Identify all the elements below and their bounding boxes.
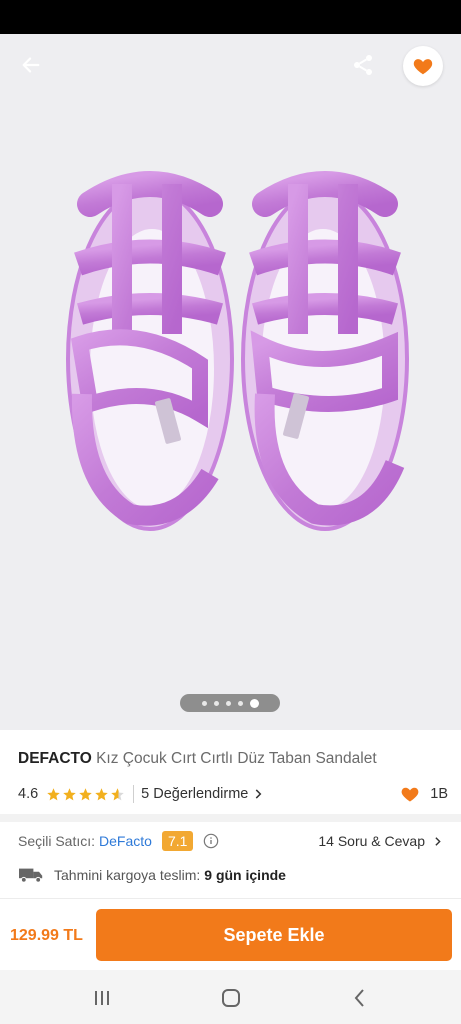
chevron-right-icon bbox=[435, 836, 441, 846]
seller-row: Seçili Satıcı: DeFacto 7.1 14 Soru & Cev… bbox=[18, 830, 444, 852]
star-icon bbox=[79, 787, 92, 800]
product-image-gallery[interactable] bbox=[0, 34, 461, 730]
recent-apps-icon bbox=[95, 991, 109, 1005]
seller-name-link[interactable]: DeFacto bbox=[99, 833, 152, 849]
star-half-icon bbox=[111, 787, 124, 800]
star-icon bbox=[95, 787, 108, 800]
qa-link[interactable]: 14 Soru & Cevap bbox=[318, 833, 444, 849]
seller-label: Seçili Satıcı: bbox=[18, 833, 96, 849]
share-button[interactable] bbox=[346, 48, 380, 82]
info-icon[interactable] bbox=[203, 833, 219, 849]
heart-icon bbox=[413, 59, 433, 75]
arrow-left-icon bbox=[22, 57, 40, 73]
image-pagination bbox=[180, 694, 280, 712]
truck-icon bbox=[19, 868, 43, 883]
shipping-label: Tahmini kargoya teslim: bbox=[54, 867, 201, 883]
favorites-count-value: 1B bbox=[430, 786, 448, 802]
reviews-link[interactable]: 5 Değerlendirme bbox=[141, 786, 265, 802]
share-icon bbox=[354, 55, 372, 75]
favorites-count[interactable]: 1B bbox=[400, 784, 448, 804]
rating-separator bbox=[133, 785, 135, 803]
system-nav-bar bbox=[0, 970, 461, 1024]
pagination-dot[interactable] bbox=[201, 700, 207, 706]
seller-score-badge: 7.1 bbox=[161, 831, 194, 851]
star-icon bbox=[47, 787, 60, 800]
recent-apps-button[interactable] bbox=[91, 987, 113, 1009]
pagination-dot[interactable] bbox=[237, 700, 243, 706]
back-button[interactable] bbox=[14, 48, 48, 82]
left-sandal bbox=[66, 171, 234, 531]
add-to-cart-button[interactable]: Sepete Ekle bbox=[96, 909, 452, 961]
heart-icon bbox=[401, 787, 419, 802]
rating-value: 4.6 bbox=[18, 786, 39, 802]
pagination-dot[interactable] bbox=[213, 700, 219, 706]
chevron-left-icon bbox=[354, 989, 364, 1007]
purchase-bar: 129.99 TL Sepete Ekle bbox=[0, 898, 461, 970]
product-brand[interactable]: DEFACTO bbox=[18, 750, 92, 767]
right-sandal bbox=[241, 171, 409, 531]
shipping-row: Tahmini kargoya teslim: 9 gün içinde bbox=[18, 864, 444, 886]
home-button[interactable] bbox=[220, 987, 242, 1009]
star-icon bbox=[63, 787, 76, 800]
chevron-right-icon bbox=[256, 789, 262, 799]
rating-row: 4.6 5 Değerlendirme 1B bbox=[18, 784, 448, 804]
status-bar bbox=[0, 0, 461, 34]
rating-stars bbox=[46, 787, 125, 802]
reviews-label: 5 Değerlendirme bbox=[141, 786, 249, 802]
shipping-days: 9 gün içinde bbox=[204, 867, 286, 883]
pagination-dot-active[interactable] bbox=[249, 698, 259, 708]
qa-label: 14 Soru & Cevap bbox=[318, 833, 425, 849]
product-name: Kız Çocuk Cırt Cırtlı Düz Taban Sandalet bbox=[96, 750, 377, 767]
pagination-dot[interactable] bbox=[225, 700, 231, 706]
product-title: DEFACTO Kız Çocuk Cırt Cırtlı Düz Taban … bbox=[18, 750, 448, 768]
product-price: 129.99 TL bbox=[10, 927, 83, 944]
product-image bbox=[66, 171, 409, 531]
system-back-button[interactable] bbox=[349, 987, 371, 1009]
home-icon bbox=[222, 989, 240, 1007]
section-divider bbox=[0, 814, 461, 822]
favorite-button[interactable] bbox=[403, 46, 443, 86]
